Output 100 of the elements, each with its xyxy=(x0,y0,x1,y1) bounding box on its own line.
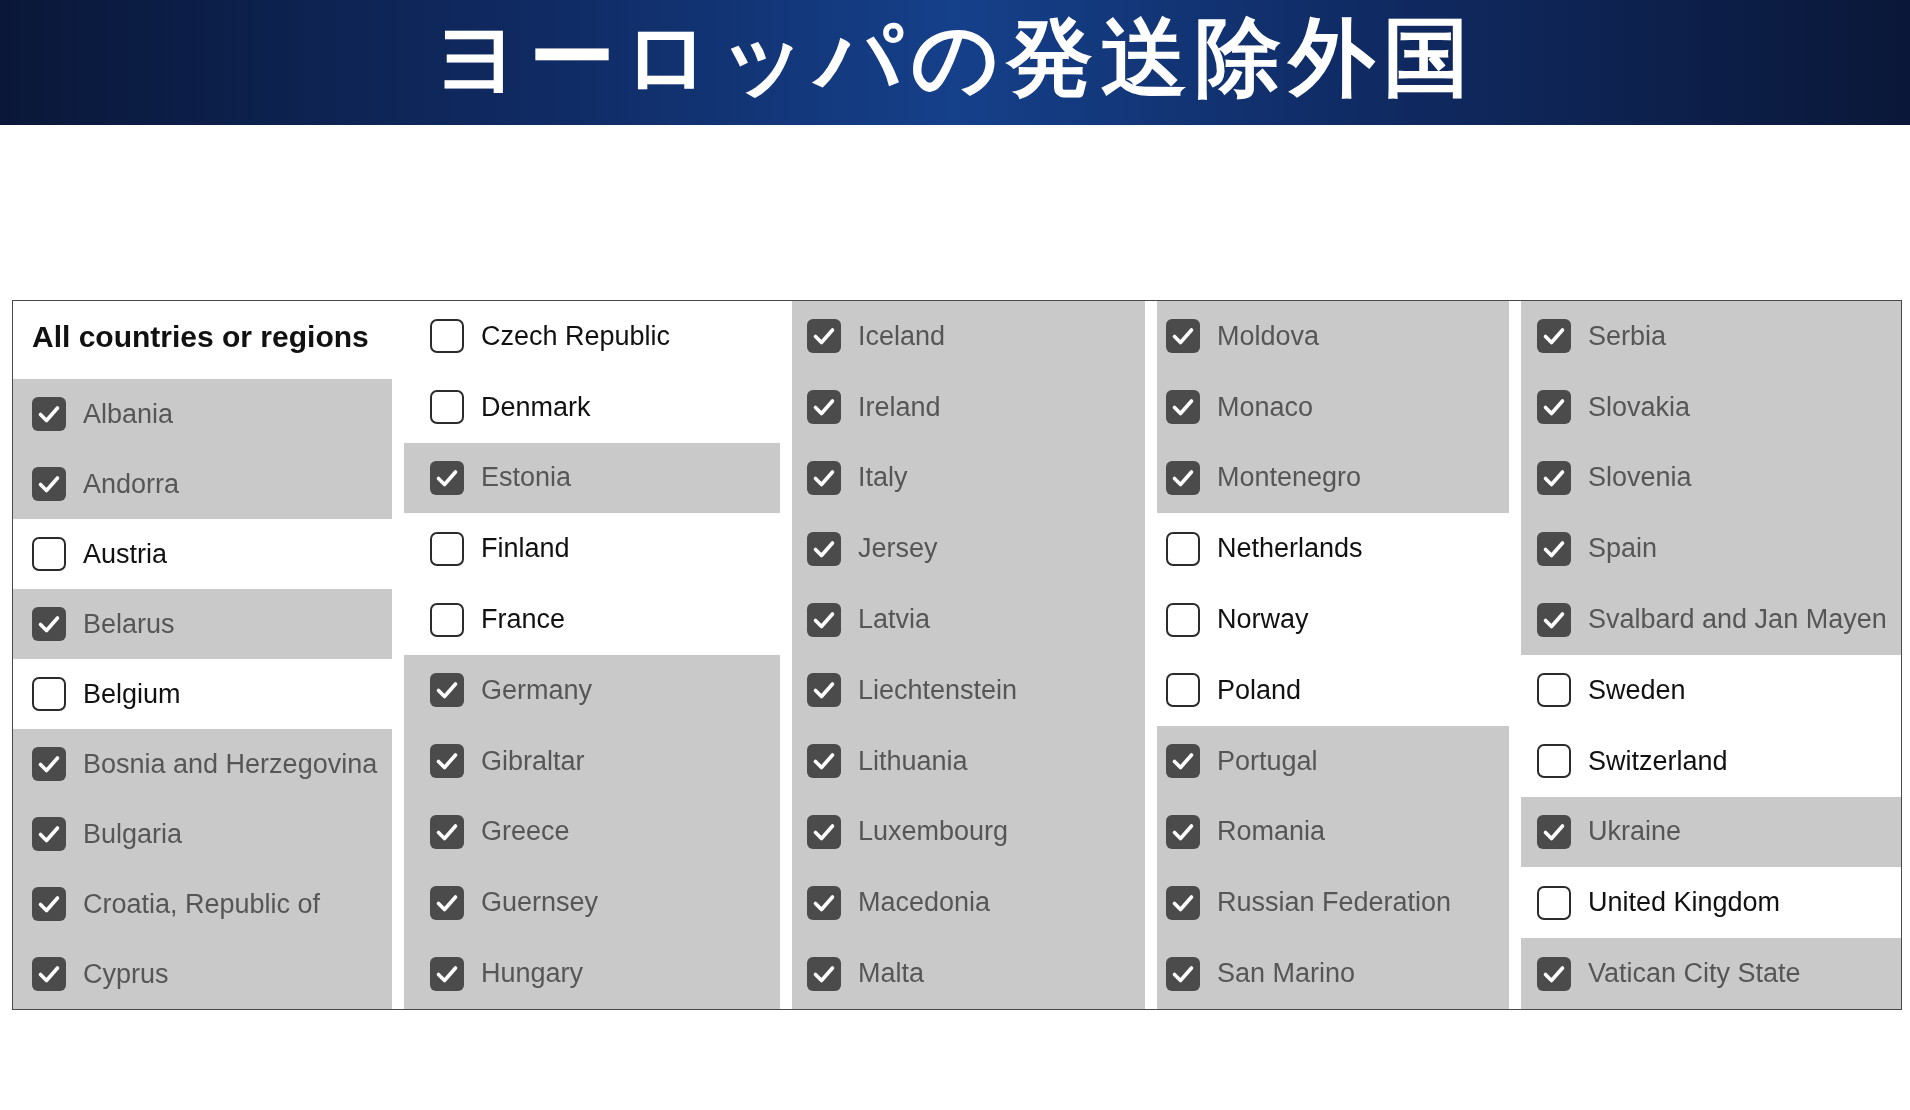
country-name: Belgium xyxy=(83,678,181,710)
country-name: Luxembourg xyxy=(858,816,1009,848)
checkbox[interactable] xyxy=(807,602,841,637)
checkbox[interactable] xyxy=(807,673,841,708)
checkbox[interactable] xyxy=(1537,602,1571,637)
checkbox[interactable] xyxy=(807,885,841,920)
checkbox[interactable] xyxy=(430,531,464,566)
country-name: Norway xyxy=(1217,604,1309,636)
checkbox[interactable] xyxy=(1537,956,1571,991)
country-name: Moldova xyxy=(1217,320,1320,352)
country-name: Lithuania xyxy=(858,745,968,777)
checkbox[interactable] xyxy=(807,390,841,425)
checkbox[interactable] xyxy=(807,461,841,495)
checkbox[interactable] xyxy=(32,957,66,991)
country-name: Spain xyxy=(1588,533,1658,565)
country-name: Latvia xyxy=(858,604,931,636)
country-name: Italy xyxy=(858,462,908,494)
checkbox[interactable] xyxy=(807,319,841,354)
checkbox[interactable] xyxy=(32,467,66,501)
country-name: Cyprus xyxy=(83,958,169,990)
country-name: Liechtenstein xyxy=(858,674,1018,706)
checkbox[interactable] xyxy=(1537,673,1571,708)
country-name: Poland xyxy=(1217,674,1302,706)
checkbox[interactable] xyxy=(1537,814,1571,849)
country-name: Iceland xyxy=(858,320,946,352)
country-name: Austria xyxy=(83,538,168,570)
checkbox[interactable] xyxy=(1537,885,1571,920)
checkbox[interactable] xyxy=(430,319,464,354)
checkbox[interactable] xyxy=(1166,814,1200,849)
checkbox[interactable] xyxy=(1166,602,1200,637)
country-name: Finland xyxy=(481,533,570,565)
country-name: Portugal xyxy=(1217,745,1318,777)
checkbox[interactable] xyxy=(430,673,464,708)
checkbox[interactable] xyxy=(1166,319,1200,354)
checkbox[interactable] xyxy=(430,390,464,425)
checkbox[interactable] xyxy=(1166,390,1200,425)
checkbox[interactable] xyxy=(1537,531,1571,566)
page-title: ヨーロッパの発送除外国 xyxy=(433,12,1477,103)
country-name: France xyxy=(481,604,566,636)
country-name: Sweden xyxy=(1588,674,1686,706)
checkbox[interactable] xyxy=(807,814,841,849)
checkbox[interactable] xyxy=(1166,673,1200,708)
checkbox[interactable] xyxy=(807,531,841,566)
checkbox[interactable] xyxy=(1166,461,1200,495)
country-name: Gibraltar xyxy=(481,745,585,777)
checkbox[interactable] xyxy=(430,744,464,779)
country-name: Bosnia and Herzegovina xyxy=(83,748,378,780)
country-name: Vatican City State xyxy=(1588,958,1801,990)
country-name: Germany xyxy=(481,674,593,706)
country-name: Slovakia xyxy=(1588,391,1691,423)
checkbox[interactable] xyxy=(1166,531,1200,566)
country-name: Albania xyxy=(83,398,174,430)
checkbox[interactable] xyxy=(1166,956,1200,991)
country-name: Ukraine xyxy=(1588,816,1682,848)
country-name: Jersey xyxy=(858,533,938,565)
checkbox[interactable] xyxy=(32,747,66,781)
country-name: Greece xyxy=(481,816,570,848)
checkbox[interactable] xyxy=(430,956,464,991)
country-name: Guernsey xyxy=(481,887,599,919)
country-name: Hungary xyxy=(481,958,584,990)
country-name: Bulgaria xyxy=(83,818,183,850)
checkbox[interactable] xyxy=(32,887,66,921)
country-name: Estonia xyxy=(481,462,572,494)
country-name: Montenegro xyxy=(1217,462,1362,494)
country-name: Switzerland xyxy=(1588,745,1728,777)
country-name: Serbia xyxy=(1588,320,1667,352)
checkbox[interactable] xyxy=(32,607,66,641)
country-name: Czech Republic xyxy=(481,320,671,352)
checkbox[interactable] xyxy=(1537,390,1571,425)
country-name: Monaco xyxy=(1217,391,1314,423)
country-name: United Kingdom xyxy=(1588,887,1781,919)
checkbox[interactable] xyxy=(807,744,841,779)
checkbox[interactable] xyxy=(1537,461,1571,495)
country-name: Croatia, Republic of xyxy=(83,888,321,920)
checkbox[interactable] xyxy=(1537,744,1571,779)
country-name: Russian Federation xyxy=(1217,887,1452,919)
checkbox[interactable] xyxy=(430,885,464,920)
country-name: Andorra xyxy=(83,468,180,500)
checkbox[interactable] xyxy=(32,537,66,571)
checkbox[interactable] xyxy=(430,461,464,495)
checkbox[interactable] xyxy=(430,602,464,637)
checkbox[interactable] xyxy=(1166,885,1200,920)
checkbox[interactable] xyxy=(32,817,66,851)
country-name: Ireland xyxy=(858,391,941,423)
country-name: Romania xyxy=(1217,816,1326,848)
country-name: Svalbard and Jan Mayen xyxy=(1588,604,1887,636)
checkbox[interactable] xyxy=(807,956,841,991)
checkbox[interactable] xyxy=(1537,319,1571,354)
checkbox[interactable] xyxy=(32,397,66,431)
panel-heading: All countries or regions xyxy=(32,320,369,354)
country-name: Malta xyxy=(858,958,925,990)
country-name: Macedonia xyxy=(858,887,991,919)
checkbox[interactable] xyxy=(430,814,464,849)
country-name: San Marino xyxy=(1217,958,1356,990)
checkbox[interactable] xyxy=(32,677,66,711)
country-name: Belarus xyxy=(83,608,175,640)
checkbox[interactable] xyxy=(1166,744,1200,779)
country-name: Denmark xyxy=(481,391,591,423)
country-name: Slovenia xyxy=(1588,462,1692,494)
country-name: Netherlands xyxy=(1217,533,1363,565)
